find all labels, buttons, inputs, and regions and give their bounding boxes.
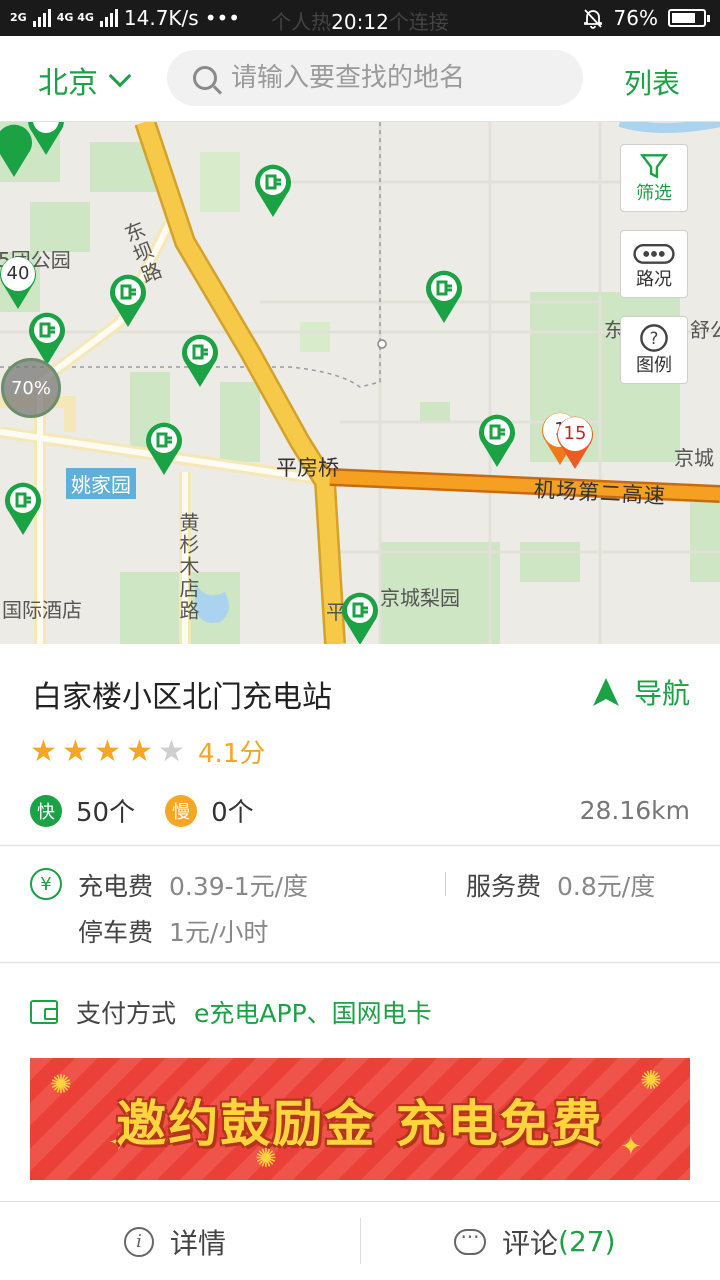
- bottom-separator: [360, 1218, 361, 1264]
- map-label-yaojia: 姚家园: [66, 468, 136, 499]
- battery-percent: 76%: [613, 6, 658, 30]
- station-pin[interactable]: [180, 332, 220, 388]
- legend-label: 图例: [636, 355, 672, 376]
- fast-count: 50个: [76, 798, 136, 828]
- star-icon: ★: [158, 734, 185, 769]
- charger-counts: 快 50个 慢 0个: [30, 792, 254, 829]
- hotspot-ghost-left: 个人热: [271, 10, 332, 34]
- status-right: 76%: [582, 6, 710, 30]
- map-label-huangshan-road: 黄杉木店路: [176, 512, 200, 622]
- map-label-jingcheng-garden: 京城梨园: [380, 586, 460, 610]
- mute-bell-icon: [583, 9, 602, 29]
- station-pin-numbered[interactable]: 40: [0, 254, 38, 310]
- slow-count: 0个: [211, 798, 254, 828]
- comments-label: 评论: [502, 1226, 559, 1260]
- rating-score: 4.1分: [198, 739, 266, 769]
- distance: 28.16km: [579, 796, 690, 825]
- svg-text:?: ?: [650, 329, 659, 348]
- search-icon: [193, 66, 217, 90]
- clock: 20:12: [331, 10, 389, 34]
- rating-stars: ★ ★ ★ ★ ★ 4.1分: [30, 733, 265, 770]
- filter-icon: [639, 154, 669, 179]
- banner-text: 邀约鼓励金 充电免费: [116, 1095, 604, 1153]
- station-pin[interactable]: [108, 272, 148, 328]
- search-input[interactable]: [231, 63, 571, 93]
- payment-row: 支付方式 e充电APP、国网电卡: [30, 994, 432, 1030]
- divider: [0, 962, 720, 963]
- traffic-icon: [633, 243, 675, 264]
- bottom-bar: i 详情 评论(27): [0, 1201, 720, 1280]
- navigate-arrow-icon: [592, 678, 619, 706]
- service-fee-value: 0.8元/度: [557, 872, 656, 901]
- star-icon: ★: [62, 734, 89, 769]
- station-pin[interactable]: [253, 162, 293, 218]
- status-bar: 2G 4G 4G 14.7K/s ••• 个人热20:12个连接 76%: [0, 0, 720, 36]
- star-icon: ★: [94, 734, 121, 769]
- list-button[interactable]: 列表: [624, 62, 680, 102]
- station-pin-numbered-orange[interactable]: 15: [555, 414, 595, 470]
- charge-fee: 充电费 0.39-1元/度: [78, 867, 308, 903]
- wallet-icon: [30, 1000, 58, 1024]
- map-view[interactable]: 5团公园 东坝路 平房桥 机场第二高速 姚家园 京城梨园 国际酒店 黄杉木店路 …: [0, 122, 720, 644]
- service-fee-label: 服务费: [466, 872, 542, 901]
- hotspot-ghost-right: 个连接: [388, 10, 449, 34]
- station-pin[interactable]: [144, 420, 184, 476]
- traffic-button[interactable]: 路况: [620, 230, 688, 298]
- station-pin[interactable]: [3, 480, 43, 536]
- map-label-shugong: 舒公: [690, 318, 720, 342]
- station-name: 白家楼小区北门充电站: [32, 680, 332, 715]
- comments-tab[interactable]: 评论(27): [454, 1202, 616, 1280]
- station-pin-selected[interactable]: [477, 412, 517, 468]
- station-pin[interactable]: [340, 590, 380, 644]
- chevron-down-icon: [108, 64, 132, 88]
- parking-fee-value: 1元/小时: [169, 918, 269, 947]
- comment-icon: [454, 1225, 486, 1255]
- payment-methods: e充电APP、国网电卡: [194, 999, 432, 1028]
- map-label-jingcheng: 京城: [674, 446, 714, 470]
- station-pin[interactable]: [424, 268, 464, 324]
- parking-fee-label: 停车费: [78, 918, 154, 947]
- search-header: 北京 列表: [0, 36, 720, 122]
- star-icon: ★: [126, 734, 153, 769]
- fee-separator: [445, 872, 446, 896]
- charge-fee-value: 0.39-1元/度: [169, 872, 309, 901]
- charge-fee-label: 充电费: [78, 872, 154, 901]
- divider: [0, 845, 720, 846]
- service-fee: 服务费 0.8元/度: [466, 867, 655, 903]
- payment-label: 支付方式: [76, 999, 177, 1028]
- navigate-button[interactable]: 导航: [592, 672, 690, 712]
- city-label: 北京: [38, 66, 98, 101]
- legend-button[interactable]: ? 图例: [620, 316, 688, 384]
- info-icon: i: [124, 1226, 154, 1257]
- battery-icon: [668, 9, 710, 27]
- star-icon: ★: [30, 734, 57, 769]
- filter-button[interactable]: 筛选: [620, 144, 688, 212]
- comments-count: (27): [558, 1225, 616, 1258]
- slow-charge-badge: 慢: [165, 794, 198, 827]
- filter-label: 筛选: [636, 183, 672, 204]
- promo-banner[interactable]: ✺ ✦ ✺ ✺ ✦ 邀约鼓励金 充电免费: [30, 1058, 690, 1180]
- map-base: [0, 122, 720, 644]
- city-selector[interactable]: 北京: [38, 58, 132, 102]
- station-pin[interactable]: [26, 122, 66, 156]
- fast-charge-badge: 快: [30, 794, 62, 827]
- map-label-bridge: 平房桥: [276, 456, 339, 480]
- details-tab[interactable]: i 详情: [124, 1202, 226, 1280]
- map-label-hotel: 国际酒店: [2, 598, 82, 622]
- parking-fee: 停车费 1元/小时: [78, 913, 268, 949]
- map-cluster[interactable]: 70%: [1, 358, 61, 418]
- search-bar[interactable]: [167, 50, 583, 106]
- navigate-label: 导航: [633, 677, 690, 710]
- question-icon: ?: [640, 324, 668, 352]
- details-label: 详情: [170, 1226, 227, 1260]
- yen-icon: ¥: [30, 868, 62, 900]
- traffic-label: 路况: [636, 269, 672, 290]
